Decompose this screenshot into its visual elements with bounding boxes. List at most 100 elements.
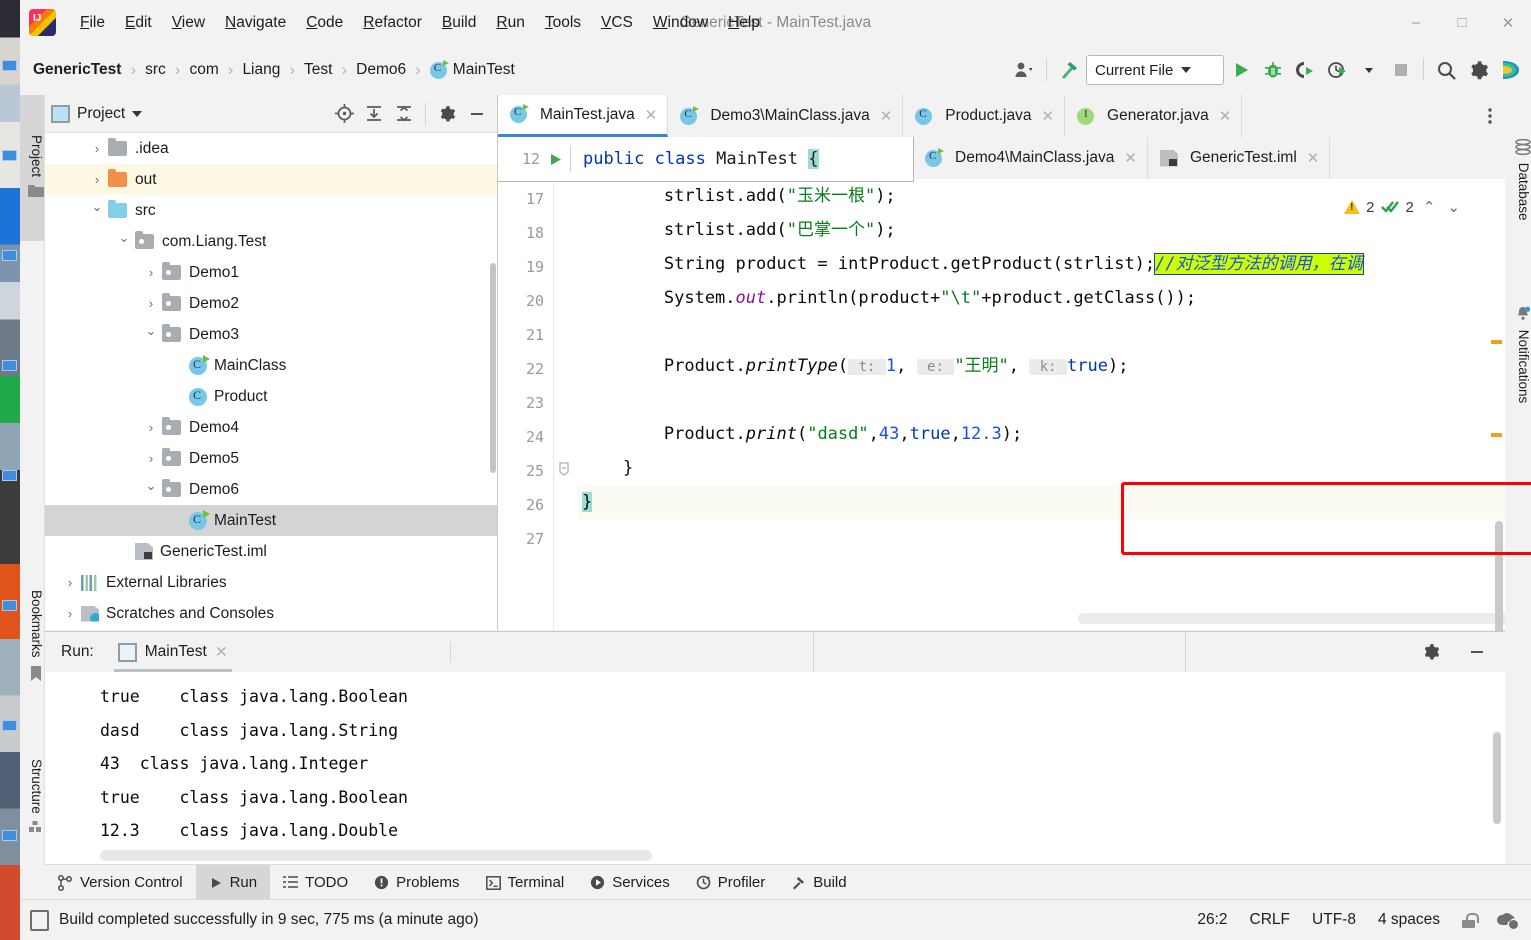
warning-marker[interactable] xyxy=(1491,433,1502,437)
chevron-down-icon[interactable] xyxy=(113,234,135,250)
sidebar-item-notifications[interactable]: Notifications xyxy=(1505,250,1531,456)
menu-item-refactor[interactable]: Refactor xyxy=(353,11,432,35)
sidebar-item-structure[interactable]: Structure xyxy=(20,720,44,876)
chevron-down-icon[interactable] xyxy=(140,327,162,343)
editor-tab-maintest-java[interactable]: MainTest.java ✕ xyxy=(498,95,669,137)
bottom-tab-todo[interactable]: TODO xyxy=(270,865,361,900)
gear-icon[interactable] xyxy=(1417,639,1445,665)
menu-item-vcs[interactable]: VCS xyxy=(591,11,643,35)
console-output[interactable]: true class java.lang.Boolean dasd class j… xyxy=(45,672,1505,866)
tree-node-mainclass[interactable]: MainClass xyxy=(45,350,497,381)
tree-node-out[interactable]: out xyxy=(45,164,497,195)
collapse-all-icon[interactable] xyxy=(390,101,418,127)
gear-icon[interactable] xyxy=(1463,55,1493,85)
scrollbar-thumb[interactable] xyxy=(490,263,496,473)
tree-node--idea[interactable]: .idea xyxy=(45,133,497,164)
menu-item-edit[interactable]: Edit xyxy=(115,11,162,35)
close-icon[interactable]: ✕ xyxy=(1307,149,1320,167)
chevron-right-icon[interactable] xyxy=(59,575,81,590)
breadcrumb-item-com[interactable]: com xyxy=(185,59,222,81)
sidebar-item-bookmarks[interactable]: Bookmarks xyxy=(20,555,44,721)
file-encoding[interactable]: UTF-8 xyxy=(1312,911,1356,929)
close-icon[interactable]: ✕ xyxy=(645,106,658,124)
tree-node-demo2[interactable]: Demo2 xyxy=(45,288,497,319)
minimize-button[interactable]: – xyxy=(1393,0,1439,45)
warning-marker[interactable] xyxy=(1491,340,1502,344)
chevron-right-icon[interactable] xyxy=(86,172,108,187)
close-icon[interactable]: ✕ xyxy=(880,107,893,125)
chevron-down-icon[interactable] xyxy=(1354,55,1384,85)
code-fold-icon[interactable] xyxy=(556,461,572,477)
menu-item-file[interactable]: File xyxy=(70,11,115,35)
close-button[interactable]: ✕ xyxy=(1485,0,1531,45)
bottom-tab-profiler[interactable]: Profiler xyxy=(683,865,779,900)
hide-icon[interactable] xyxy=(463,101,491,127)
locate-icon[interactable] xyxy=(330,101,358,127)
chevron-right-icon[interactable] xyxy=(86,141,108,156)
bottom-tab-terminal[interactable]: Terminal xyxy=(473,865,578,900)
chevron-right-icon[interactable] xyxy=(140,420,162,435)
breadcrumb-item-demo6[interactable]: Demo6 xyxy=(352,59,410,81)
breadcrumb-item-src[interactable]: src xyxy=(141,59,170,81)
editor-tab-generator-java[interactable]: Generator.java ✕ xyxy=(1065,95,1243,137)
breadcrumb-item-generictest[interactable]: GenericTest xyxy=(29,59,125,81)
tree-node-com-liang-test[interactable]: com.Liang.Test xyxy=(45,226,497,257)
code-editor[interactable]: 17 18 19 20 21 22 23 24 25 26 27 strlist.add("玉米一根… xyxy=(498,179,1505,630)
indent-setting[interactable]: 4 spaces xyxy=(1378,911,1440,929)
close-icon[interactable]: ✕ xyxy=(1041,107,1054,125)
status-message-group[interactable]: Build completed successfully in 9 sec, 7… xyxy=(20,909,479,931)
debug-bug-icon[interactable] xyxy=(1258,55,1288,85)
chevron-right-icon[interactable] xyxy=(140,265,162,280)
sticky-header-line[interactable]: 12 public class MainTest { xyxy=(498,137,914,182)
tree-node-demo4[interactable]: Demo4 xyxy=(45,412,497,443)
next-problem-icon[interactable]: ⌄ xyxy=(1444,198,1463,216)
inspection-widget[interactable]: 2 2 ⌃ ⌄ xyxy=(1344,198,1463,216)
more-vertical-icon[interactable] xyxy=(1475,95,1505,137)
close-icon[interactable]: ✕ xyxy=(1124,149,1137,167)
tree-node-generictest-iml[interactable]: GenericTest.iml xyxy=(45,536,497,567)
hide-icon[interactable] xyxy=(1463,639,1491,665)
bottom-tab-run[interactable]: Run xyxy=(195,865,271,900)
cloud-settings-icon[interactable] xyxy=(1497,913,1518,929)
project-tree-scrollbar[interactable] xyxy=(489,133,497,630)
gear-icon[interactable] xyxy=(433,101,461,127)
bottom-tab-services[interactable]: Services xyxy=(577,865,683,900)
user-profile-icon[interactable] xyxy=(1009,55,1039,85)
editor-tab-demo4-mainclass-java[interactable]: Demo4\MainClass.java ✕ xyxy=(913,137,1148,179)
line-separator[interactable]: CRLF xyxy=(1250,911,1290,929)
chevron-down-icon[interactable] xyxy=(140,482,162,498)
search-icon[interactable] xyxy=(1431,55,1461,85)
menu-item-window[interactable]: Window xyxy=(643,11,718,35)
chevron-down-icon[interactable] xyxy=(86,203,108,219)
hammer-icon[interactable] xyxy=(1054,55,1084,85)
tree-node-scratches-and-consoles[interactable]: Scratches and Consoles xyxy=(45,598,497,629)
menu-item-build[interactable]: Build xyxy=(432,11,486,35)
menu-item-view[interactable]: View xyxy=(162,11,215,35)
menu-item-tools[interactable]: Tools xyxy=(535,11,591,35)
editor-vertical-scrollbar[interactable] xyxy=(1491,185,1503,676)
chevron-right-icon[interactable] xyxy=(140,296,162,311)
console-scrollbar-thumb[interactable] xyxy=(1493,732,1501,824)
bottom-tab-version-control[interactable]: Version Control xyxy=(45,865,196,900)
caret-position[interactable]: 26:2 xyxy=(1197,911,1227,929)
stop-square-icon[interactable] xyxy=(1386,55,1416,85)
run-with-coverage-icon[interactable] xyxy=(1290,55,1320,85)
chevron-right-icon[interactable] xyxy=(140,451,162,466)
editor-tab-generictest-iml[interactable]: GenericTest.iml ✕ xyxy=(1147,137,1331,179)
maximize-button[interactable]: □ xyxy=(1439,0,1485,45)
tree-node-demo5[interactable]: Demo5 xyxy=(45,443,497,474)
tree-node-demo3[interactable]: Demo3 xyxy=(45,319,497,350)
bottom-tab-problems[interactable]: Problems xyxy=(361,865,472,900)
editor-horizontal-scrollbar[interactable] xyxy=(1078,613,1505,624)
breadcrumb-item-liang[interactable]: Liang xyxy=(238,59,284,81)
gutter-run-icon[interactable] xyxy=(540,152,570,167)
tree-node-demo1[interactable]: Demo1 xyxy=(45,257,497,288)
previous-problem-icon[interactable]: ⌃ xyxy=(1420,198,1439,216)
menu-item-help[interactable]: Help xyxy=(718,11,770,35)
close-icon[interactable]: ✕ xyxy=(1219,107,1232,125)
run-tab-maintest[interactable]: MainTest ✕ xyxy=(106,632,240,672)
bottom-tab-build[interactable]: Build xyxy=(778,865,859,900)
project-tree[interactable]: .idea out src com.Liang.Test Demo1 Demo2 Demo3… xyxy=(45,133,497,630)
ai-assistant-icon[interactable] xyxy=(1495,55,1525,85)
sidebar-item-database[interactable]: Database xyxy=(1505,95,1531,261)
